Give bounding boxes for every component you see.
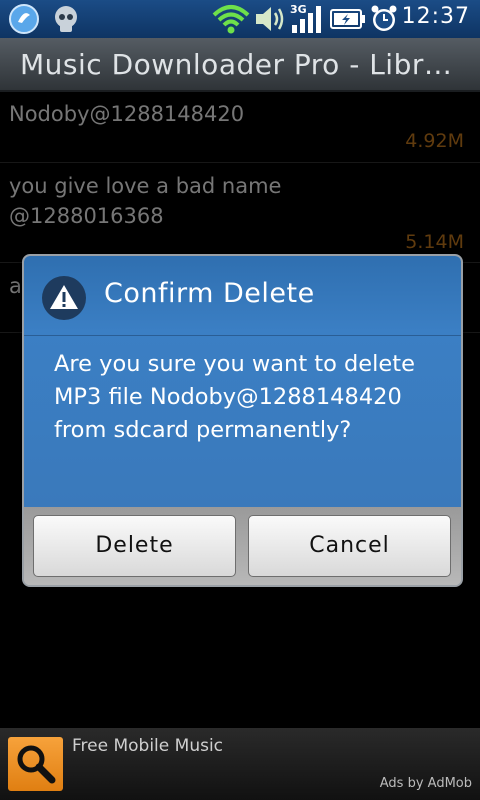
dialog-button-row: Delete Cancel bbox=[24, 507, 461, 585]
cancel-button[interactable]: Cancel bbox=[248, 515, 451, 577]
skull-app-icon bbox=[50, 3, 82, 35]
dialog-title: Confirm Delete bbox=[104, 278, 315, 309]
ad-credit: Ads by AdMob bbox=[379, 776, 472, 791]
ad-banner[interactable]: Free Mobile Music Ads by AdMob bbox=[0, 728, 480, 800]
3g-signal-icon: 3G bbox=[290, 3, 326, 35]
battery-icon bbox=[330, 7, 366, 31]
bluetooth-app-icon bbox=[8, 3, 40, 35]
wifi-icon bbox=[212, 3, 250, 35]
dialog-message: Are you sure you want to delete MP3 file… bbox=[54, 351, 415, 443]
dialog-body: Confirm Delete Are you sure you want to … bbox=[24, 256, 461, 507]
dialog-header: Confirm Delete bbox=[24, 256, 461, 336]
warning-icon bbox=[41, 275, 87, 321]
confirm-delete-dialog: Confirm Delete Are you sure you want to … bbox=[22, 254, 463, 587]
volume-icon bbox=[253, 4, 287, 34]
alarm-clock-icon bbox=[369, 4, 399, 34]
status-time: 12:37 bbox=[401, 4, 470, 29]
delete-button[interactable]: Delete bbox=[33, 515, 236, 577]
ad-text[interactable]: Free Mobile Music bbox=[72, 736, 223, 756]
app-title-bar: Music Downloader Pro - Libr… bbox=[0, 38, 480, 92]
status-bar: 3G 12:37 bbox=[0, 0, 480, 38]
app-title: Music Downloader Pro - Libr… bbox=[20, 48, 453, 81]
search-magnifier-icon[interactable] bbox=[8, 737, 63, 791]
